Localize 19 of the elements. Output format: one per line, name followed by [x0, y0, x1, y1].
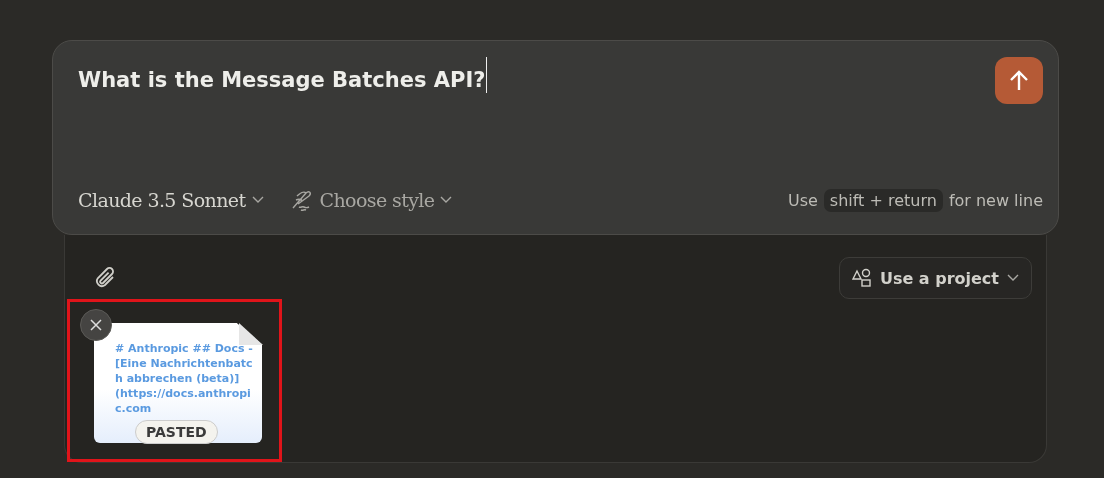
pasted-badge: PASTED	[135, 420, 218, 444]
hint-text: for new line	[948, 190, 1043, 210]
prompt-input[interactable]: What is the Message Batches API?	[78, 57, 488, 93]
shapes-icon	[851, 268, 872, 288]
model-select[interactable]: Claude 3.5 Sonnet	[78, 189, 264, 211]
paperclip-icon[interactable]	[95, 266, 117, 290]
chevron-down-icon	[1007, 274, 1019, 282]
chevron-down-icon	[251, 196, 264, 204]
send-button[interactable]	[995, 57, 1043, 104]
style-select[interactable]: Choose style	[289, 188, 453, 212]
use-project-button[interactable]: Use a project	[838, 257, 1032, 299]
hint-text: Use	[787, 190, 818, 210]
chevron-down-icon	[440, 196, 453, 204]
close-icon	[90, 319, 102, 331]
close-button[interactable]	[80, 309, 112, 341]
arrow-up-icon	[1009, 69, 1029, 92]
shortcut-key: shift + return	[823, 188, 943, 212]
document-preview-text: # Anthropic ## Docs - [Eine Nachrichtenbatch abbrechen (beta)] (https://docs.anthropi c.com	[115, 341, 254, 416]
quill-icon	[289, 188, 314, 212]
